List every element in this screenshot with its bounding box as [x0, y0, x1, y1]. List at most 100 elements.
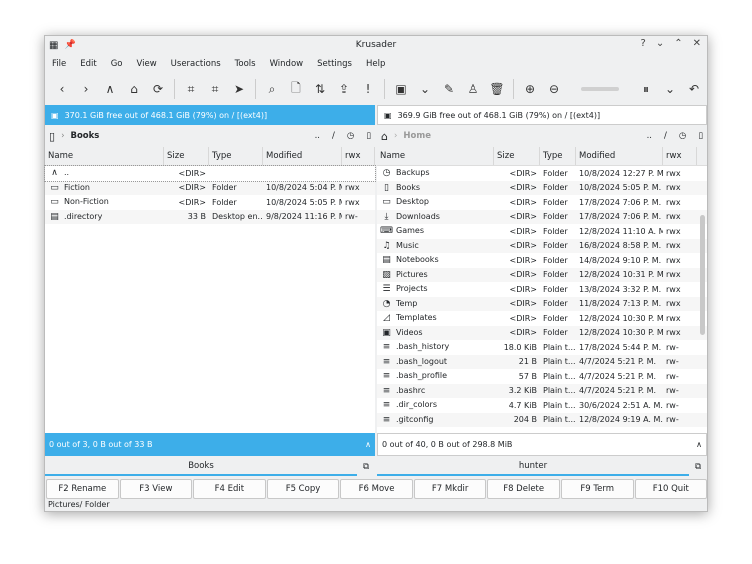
right-disk-info[interactable]: ▣ 369.9 GiB free out of 468.1 GiB (79%) o…	[377, 105, 707, 125]
select-icon[interactable]: ⌗	[180, 82, 202, 97]
parent-dir-button[interactable]: ..	[315, 131, 320, 141]
column-header-name[interactable]: Name	[377, 147, 494, 165]
fkey-delete-button[interactable]: F8 Delete	[487, 479, 560, 499]
trash-icon[interactable]: 🗑	[486, 82, 508, 96]
root-dir-button[interactable]: /	[332, 131, 335, 141]
list-item[interactable]: ♫ Music <DIR> Folder 16/8/2024 8:58 P. M. rwx	[377, 238, 707, 253]
menu-go[interactable]: Go	[104, 59, 130, 69]
column-header-modified[interactable]: Modified	[576, 147, 663, 165]
list-item[interactable]: ⌨ Games <DIR> Folder 12/8/2024 11:10 A. M. rw…	[377, 224, 707, 239]
history-icon[interactable]: ◷	[347, 131, 354, 141]
fkey-move-button[interactable]: F6 Move	[340, 479, 413, 499]
list-item[interactable]: ≡ .bashrc 3.2 KiB Plain t... 4/7/2024 5:21 P…	[377, 383, 707, 398]
back-icon[interactable]: ‹	[51, 82, 73, 96]
edit-icon[interactable]: ✎	[438, 82, 460, 96]
list-item[interactable]: ▣ Videos <DIR> Folder 12/8/2024 10:30 P. M. r…	[377, 325, 707, 340]
list-item[interactable]: ≡ .dir_colors 4.7 KiB Plain t... 30/6/2024 2…	[377, 398, 707, 413]
list-item[interactable]: ▭ Desktop <DIR> Folder 17/8/2024 7:06 P. M. r…	[377, 195, 707, 210]
list-item[interactable]: ▯ Books <DIR> Folder 10/8/2024 5:05 P. M. rwx	[377, 180, 707, 195]
compare-icon[interactable]: ⇪	[333, 82, 355, 96]
zoom-in-icon[interactable]: ⊕	[519, 82, 541, 96]
fkey-term-button[interactable]: F9 Term	[560, 479, 634, 499]
column-header-size[interactable]: Size	[494, 147, 540, 165]
list-item[interactable]: ▤ .directory 33 B Desktop en... 9/8/2024 11:…	[45, 209, 375, 224]
column-header-name[interactable]: Name	[45, 147, 164, 165]
new-file-icon[interactable]: 🗋	[285, 79, 307, 100]
menu-view[interactable]: View	[130, 59, 164, 69]
list-item[interactable]: ▨ Pictures <DIR> Folder 12/8/2024 10:31 P. M…	[377, 267, 707, 282]
list-item[interactable]: ◿ Templates <DIR> Folder 12/8/2024 10:30 P. …	[377, 311, 707, 326]
scrollbar[interactable]	[700, 215, 705, 335]
list-item[interactable]: ▭ Fiction <DIR> Folder 10/8/2024 5:04 P. M. r…	[45, 180, 375, 195]
chevron-up-icon[interactable]: ∧	[365, 440, 371, 449]
fkey-quit-button[interactable]: F10 Quit	[634, 479, 708, 499]
fkey-view-button[interactable]: F3 View	[119, 479, 193, 499]
column-header-rwx[interactable]: rwx	[342, 147, 375, 165]
zoom-out-icon[interactable]: ⊖	[543, 82, 565, 96]
new-tab-icon[interactable]: ⧉	[689, 462, 707, 472]
parent-dir-button[interactable]: ..	[647, 131, 652, 141]
menu-tools[interactable]: Tools	[228, 59, 263, 69]
alert-icon[interactable]: !	[357, 82, 379, 96]
list-item[interactable]: ≡ .bash_profile 57 B Plain t... 4/7/2024 5:2…	[377, 369, 707, 384]
menu-edit[interactable]: Edit	[73, 59, 103, 69]
history-icon[interactable]: ◷	[679, 131, 686, 141]
list-item[interactable]: ◔ Temp <DIR> Folder 11/8/2024 7:13 P. M. rwx	[377, 296, 707, 311]
search-icon[interactable]: ⌕	[261, 82, 283, 97]
help-button[interactable]: ?	[641, 38, 646, 49]
fkey-copy-button[interactable]: F5 Copy	[266, 479, 340, 499]
maximize-button[interactable]: ⌃	[674, 38, 682, 49]
column-header-type[interactable]: Type	[209, 147, 263, 165]
pause-icon[interactable]: ⏸	[635, 82, 657, 97]
column-header-size[interactable]: Size	[164, 147, 209, 165]
list-item[interactable]: ∧.. <DIR>	[44, 165, 376, 182]
refresh-icon[interactable]: ⟳	[147, 82, 169, 96]
close-button[interactable]: ✕	[693, 38, 701, 49]
list-item[interactable]: ▭ Non-Fiction <DIR> Folder 10/8/2024 5:05 P.…	[45, 195, 375, 210]
undo-icon[interactable]: ↶	[683, 82, 705, 96]
up-icon[interactable]: ∧	[99, 82, 121, 96]
menu-useractions[interactable]: Useractions	[164, 59, 228, 69]
fkey-rename-button[interactable]: F2 Rename	[46, 479, 119, 499]
root-dir-button[interactable]: /	[664, 131, 667, 141]
folder-icon: ▭	[50, 182, 59, 193]
column-header-rwx[interactable]: rwx	[663, 147, 697, 165]
left-disk-info[interactable]: ▣ 370.1 GiB free out of 468.1 GiB (79%) o…	[45, 105, 375, 125]
zoom-slider[interactable]	[581, 87, 619, 91]
user-icon[interactable]: ♙	[462, 82, 484, 96]
menu-settings[interactable]: Settings	[310, 59, 359, 69]
chevron-down-icon[interactable]: ⌄	[659, 82, 681, 96]
tab-hunter[interactable]: hunter	[377, 458, 689, 476]
home-icon[interactable]: ⌂	[123, 82, 145, 96]
bookmark-icon[interactable]: ▯	[366, 131, 371, 141]
column-header-modified[interactable]: Modified	[263, 147, 342, 165]
breadcrumb[interactable]: Home	[403, 131, 431, 141]
cell-text: rwx	[666, 197, 681, 207]
fkey-edit-button[interactable]: F4 Edit	[193, 479, 266, 499]
column-header-type[interactable]: Type	[540, 147, 576, 165]
list-item[interactable]: ≡ .bash_history 18.0 KiB Plain t... 17/8/202…	[377, 340, 707, 355]
swap-icon[interactable]: ⇅	[309, 82, 331, 96]
pointer-icon[interactable]: ➤	[228, 82, 250, 96]
fkey-mkdir-button[interactable]: F7 Mkdir	[413, 479, 487, 499]
menu-window[interactable]: Window	[263, 59, 311, 69]
list-item[interactable]: ⤓ Downloads <DIR> Folder 17/8/2024 7:06 P. M…	[377, 209, 707, 224]
tab-books[interactable]: Books	[45, 458, 357, 476]
list-item[interactable]: ≡ .gitconfig 204 B Plain t... 12/8/2024 9:19…	[377, 412, 707, 427]
forward-icon[interactable]: ›	[75, 82, 97, 96]
list-item[interactable]: ≡ .bash_logout 21 B Plain t... 4/7/2024 5:21…	[377, 354, 707, 369]
chevron-down-icon[interactable]: ⌄	[414, 82, 436, 96]
list-item[interactable]: ☰ Projects <DIR> Folder 13/8/2024 3:32 P. M.…	[377, 282, 707, 297]
menu-file[interactable]: File	[45, 59, 73, 69]
breadcrumb[interactable]: Books	[70, 131, 99, 141]
unselect-icon[interactable]: ⌗	[204, 82, 226, 97]
new-tab-icon[interactable]: ⧉	[357, 462, 375, 472]
permissions-cell: rw-	[663, 357, 697, 366]
bookmark-icon[interactable]: ▯	[698, 131, 703, 141]
minimize-button[interactable]: ⌄	[656, 38, 664, 49]
list-item[interactable]: ◷ Backups <DIR> Folder 10/8/2024 12:27 P. M.…	[377, 166, 707, 181]
chevron-up-icon[interactable]: ∧	[696, 440, 702, 449]
terminal-icon[interactable]: ▣	[390, 82, 412, 96]
list-item[interactable]: ▤ Notebooks <DIR> Folder 14/8/2024 9:10 P. M…	[377, 253, 707, 268]
menu-help[interactable]: Help	[359, 59, 392, 69]
